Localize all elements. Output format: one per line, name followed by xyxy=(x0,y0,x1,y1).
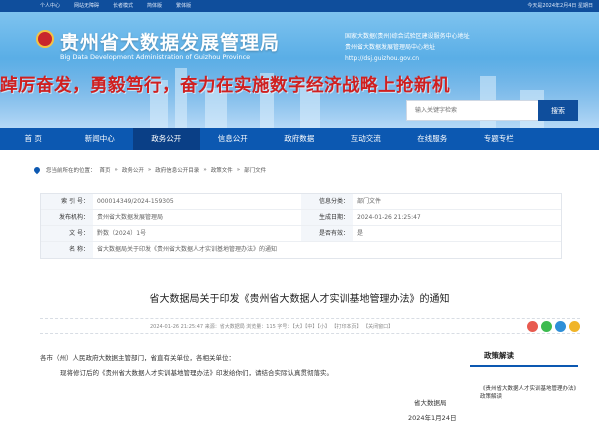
nav-item-gov-affairs[interactable]: 政务公开 xyxy=(133,128,200,150)
location-pin-icon xyxy=(32,165,42,175)
policy-interpretation-panel: 政策解读 《贵州省大数据人才实训基地管理办法》政策解读 xyxy=(470,346,578,401)
header-info-line: 贵州省大数据发展管理局中心地址 xyxy=(345,44,436,51)
breadcrumb-item-gov-affairs[interactable]: 政务公开 xyxy=(122,166,144,174)
info-row: 文 号： 黔数（2024）1号 是否有效： 是 xyxy=(41,226,561,242)
header-info-line: 国家大数据(贵州)综合试验区建设服务中心地址 xyxy=(345,33,470,40)
info-row: 发布机构： 贵州省大数据发展管理局 生成日期： 2024-01-26 21:25… xyxy=(41,210,561,226)
qq-icon[interactable] xyxy=(555,321,566,332)
document-info-table: 索 引 号： 000014349/2024-159305 信息分类： 部门文件 … xyxy=(40,193,562,259)
header-banner: 贵州省大数据发展管理局 Big Data Development Adminis… xyxy=(0,12,599,128)
article-sign-date: 2024年1月24日 xyxy=(408,414,457,422)
category-value: 部门文件 xyxy=(357,198,382,205)
index-value: 000014349/2024-159305 xyxy=(97,198,174,205)
date-label: 生成日期： xyxy=(301,210,353,225)
org-value: 贵州省大数据发展管理局 xyxy=(97,214,164,221)
search-bar: 搜索 xyxy=(406,100,578,121)
org-label: 发布机构： xyxy=(41,210,93,225)
nav-item-special-topics[interactable]: 专题专栏 xyxy=(466,128,533,150)
search-button[interactable]: 搜索 xyxy=(538,100,578,121)
article-title: 省大数据局关于印发《贵州省大数据人才实训基地管理办法》的通知 xyxy=(149,294,450,305)
name-value: 省大数据局关于印发《贵州省大数据人才实训基地管理办法》的通知 xyxy=(97,246,278,253)
search-input[interactable] xyxy=(406,100,538,121)
breadcrumb-item-home[interactable]: 首页 xyxy=(100,166,111,174)
nav-item-gov-data[interactable]: 政府数据 xyxy=(266,128,333,150)
date-value: 2024-01-26 21:25:47 xyxy=(357,214,421,221)
info-row: 索 引 号： 000014349/2024-159305 信息分类： 部门文件 xyxy=(41,194,561,210)
top-links: 个人中心 网站无障碍 长者模式 简体版 繁体版 xyxy=(40,2,191,9)
qzone-icon[interactable] xyxy=(569,321,580,332)
emblem-logo xyxy=(36,30,54,48)
validity-label: 是否有效： xyxy=(301,226,353,241)
header-info-line: http://dsj.guizhou.gov.cn xyxy=(345,55,420,62)
doc-number-value: 黔数（2024）1号 xyxy=(97,230,147,237)
top-bar: 个人中心 网站无障碍 长者模式 简体版 繁体版 今天是2024年2月4日 星期日 xyxy=(0,0,599,12)
breadcrumb: 您当前所在的位置： 首页» 政务公开» 政府信息公开目录» 政策文件» 部门文件 xyxy=(32,165,266,175)
breadcrumb-prefix: 您当前所在的位置： xyxy=(46,168,96,174)
validity-value: 是 xyxy=(357,230,364,237)
article-meta-bar: 2024-01-26 21:25:47 来源：省大数据局 浏览量：115 字号：… xyxy=(40,318,580,334)
breadcrumb-item-directory[interactable]: 政府信息公开目录 xyxy=(155,166,199,174)
doc-number-label: 文 号： xyxy=(41,226,93,241)
article-body: 各市（州）人民政府大数据主管部门，省直有关单位，各相关单位： 现将修订后的《贵州… xyxy=(40,351,470,381)
header-info: 国家大数据(贵州)综合试验区建设服务中心地址 贵州省大数据发展管理局中心地址 h… xyxy=(345,31,470,64)
nav-item-interaction[interactable]: 互动交流 xyxy=(333,128,400,150)
category-label: 信息分类： xyxy=(301,194,353,209)
name-label: 名 称： xyxy=(41,242,93,258)
article-signature: 省大数据局 xyxy=(414,399,447,407)
wechat-icon[interactable] xyxy=(541,321,552,332)
article-paragraph: 各市（州）人民政府大数据主管部门，省直有关单位，各相关单位： xyxy=(40,354,235,362)
nav-item-online-service[interactable]: 在线服务 xyxy=(399,128,466,150)
top-link-personal[interactable]: 个人中心 xyxy=(40,2,60,9)
top-link-elder-mode[interactable]: 长者模式 xyxy=(113,2,133,9)
interpretation-link[interactable]: 《贵州省大数据人才实训基地管理办法》政策解读 xyxy=(470,385,578,401)
nav-item-info-disclosure[interactable]: 信息公开 xyxy=(200,128,267,150)
site-title[interactable]: 贵州省大数据发展管理局 xyxy=(60,28,280,55)
article-meta: 2024-01-26 21:25:47 来源：省大数据局 浏览量：115 字号：… xyxy=(150,324,394,330)
nav-item-extra[interactable] xyxy=(532,128,599,150)
top-link-traditional[interactable]: 繁体版 xyxy=(176,2,191,9)
main-nav: 首 页 新闻中心 政务公开 信息公开 政府数据 互动交流 在线服务 专题专栏 xyxy=(0,128,599,150)
top-link-simplified[interactable]: 简体版 xyxy=(147,2,162,9)
slogan: 踔厉奋发，勇毅笃行，奋力在实施数字经济战略上抢新机 xyxy=(0,76,450,96)
info-row: 名 称： 省大数据局关于印发《贵州省大数据人才实训基地管理办法》的通知 xyxy=(41,242,561,258)
share-icons xyxy=(527,321,580,332)
weibo-icon[interactable] xyxy=(527,321,538,332)
nav-item-home[interactable]: 首 页 xyxy=(0,128,67,150)
top-link-accessibility[interactable]: 网站无障碍 xyxy=(74,2,99,9)
article-paragraph[interactable]: 现将修订后的《贵州省大数据人才实训基地管理办法》印发给你们，请结合实际认真贯彻落… xyxy=(40,366,470,381)
index-label: 索 引 号： xyxy=(41,194,93,209)
panel-heading: 政策解读 xyxy=(470,346,578,367)
current-date: 今天是2024年2月4日 星期日 xyxy=(527,3,593,9)
nav-item-news[interactable]: 新闻中心 xyxy=(67,128,134,150)
breadcrumb-item-policy[interactable]: 政策文件 xyxy=(211,166,233,174)
breadcrumb-item-dept[interactable]: 部门文件 xyxy=(244,166,266,174)
site-subtitle: Big Data Development Administration of G… xyxy=(60,53,251,61)
